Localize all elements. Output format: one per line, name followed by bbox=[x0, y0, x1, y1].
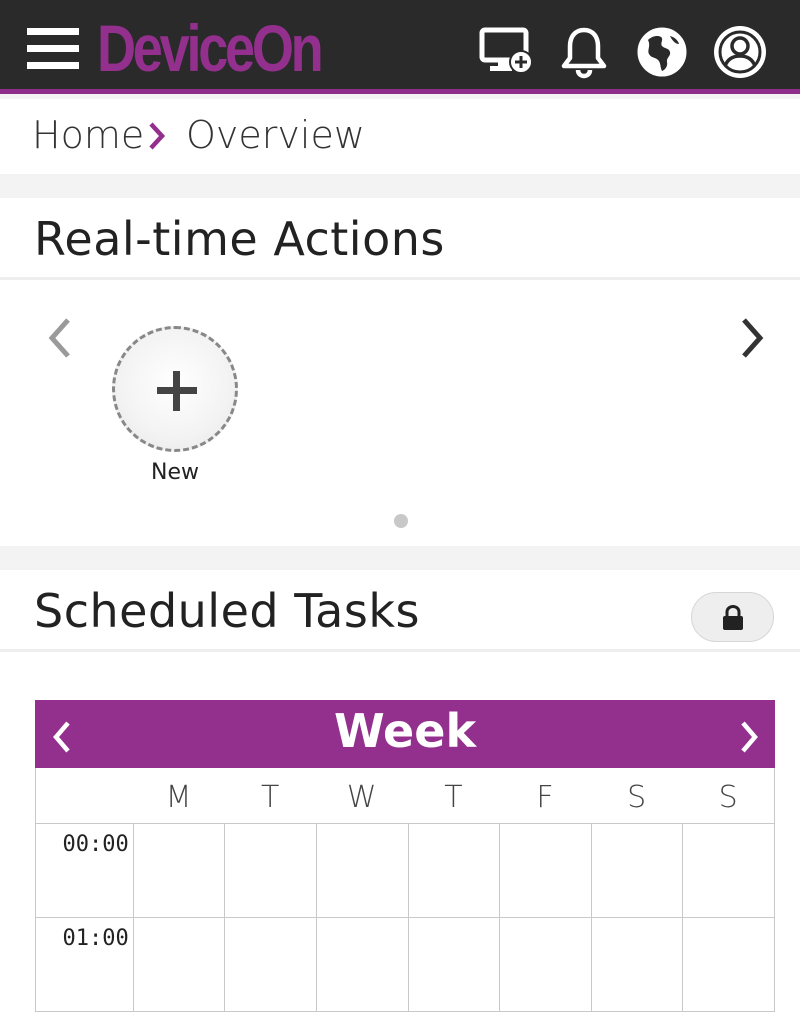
day-header: T bbox=[260, 780, 280, 815]
calendar-cell[interactable] bbox=[315, 824, 408, 917]
calendar-cell[interactable] bbox=[590, 918, 683, 1011]
day-header: M bbox=[165, 780, 192, 815]
time-slot-row: 01:00 bbox=[36, 918, 774, 1012]
day-header: T bbox=[444, 780, 463, 815]
time-label: 00:00 bbox=[62, 832, 129, 857]
globe-icon[interactable] bbox=[634, 24, 690, 80]
top-navbar: DeviceOn bbox=[0, 0, 800, 94]
lock-button[interactable] bbox=[691, 592, 774, 642]
calendar-cell[interactable] bbox=[224, 824, 316, 917]
calendar-cell[interactable] bbox=[407, 918, 500, 1011]
calendar-cell[interactable] bbox=[315, 918, 408, 1011]
calendar-cell[interactable] bbox=[132, 824, 225, 917]
calendar-cell[interactable] bbox=[224, 918, 316, 1011]
carousel-prev-button[interactable] bbox=[44, 316, 76, 364]
card-header: Real-time Actions bbox=[0, 198, 800, 280]
day-header: W bbox=[346, 780, 377, 815]
new-action-button[interactable] bbox=[112, 326, 238, 452]
calendar-cell[interactable] bbox=[499, 918, 591, 1011]
calendar-view-title: Week bbox=[333, 704, 477, 758]
day-header: F bbox=[536, 780, 554, 815]
lock-icon bbox=[723, 605, 743, 630]
brand-logo[interactable]: DeviceOn bbox=[97, 6, 324, 90]
menu-icon[interactable] bbox=[27, 28, 79, 70]
calendar-cell[interactable] bbox=[407, 824, 500, 917]
time-slot-row: 00:00 bbox=[36, 824, 774, 918]
scheduled-tasks-title: Scheduled Tasks bbox=[34, 584, 420, 638]
day-header: S bbox=[627, 780, 647, 815]
calendar-cell[interactable] bbox=[590, 824, 683, 917]
calendar-cell[interactable] bbox=[682, 824, 774, 917]
realtime-actions-title: Real-time Actions bbox=[34, 212, 445, 266]
calendar-prev-button[interactable] bbox=[51, 720, 73, 758]
calendar-cell[interactable] bbox=[132, 918, 225, 1011]
bell-icon[interactable] bbox=[556, 24, 612, 80]
breadcrumb-current: Overview bbox=[186, 113, 365, 157]
breadcrumb: Home Overview bbox=[0, 99, 800, 174]
carousel-page-indicator[interactable] bbox=[394, 514, 408, 528]
calendar-toolbar: Week bbox=[35, 700, 775, 768]
card-header: Scheduled Tasks bbox=[0, 570, 800, 652]
add-device-icon[interactable] bbox=[478, 24, 534, 80]
week-calendar-grid: M T W T F S S 00:00 01:00 bbox=[35, 768, 775, 1012]
user-icon[interactable] bbox=[712, 24, 768, 80]
new-action-label: New bbox=[151, 460, 199, 485]
calendar-next-button[interactable] bbox=[738, 720, 760, 758]
chevron-right-icon bbox=[148, 121, 166, 155]
calendar-day-header-row: M T W T F S S bbox=[36, 768, 774, 824]
time-label: 01:00 bbox=[62, 926, 129, 951]
calendar-cell[interactable] bbox=[682, 918, 774, 1011]
calendar-cell[interactable] bbox=[499, 824, 591, 917]
carousel-next-button[interactable] bbox=[736, 316, 768, 364]
realtime-actions-card: Real-time Actions New bbox=[0, 198, 800, 546]
breadcrumb-home-link[interactable]: Home bbox=[32, 113, 144, 157]
scheduled-tasks-card: Scheduled Tasks Week M T W T F S S 00:00… bbox=[0, 570, 800, 1014]
day-header: S bbox=[718, 780, 738, 815]
